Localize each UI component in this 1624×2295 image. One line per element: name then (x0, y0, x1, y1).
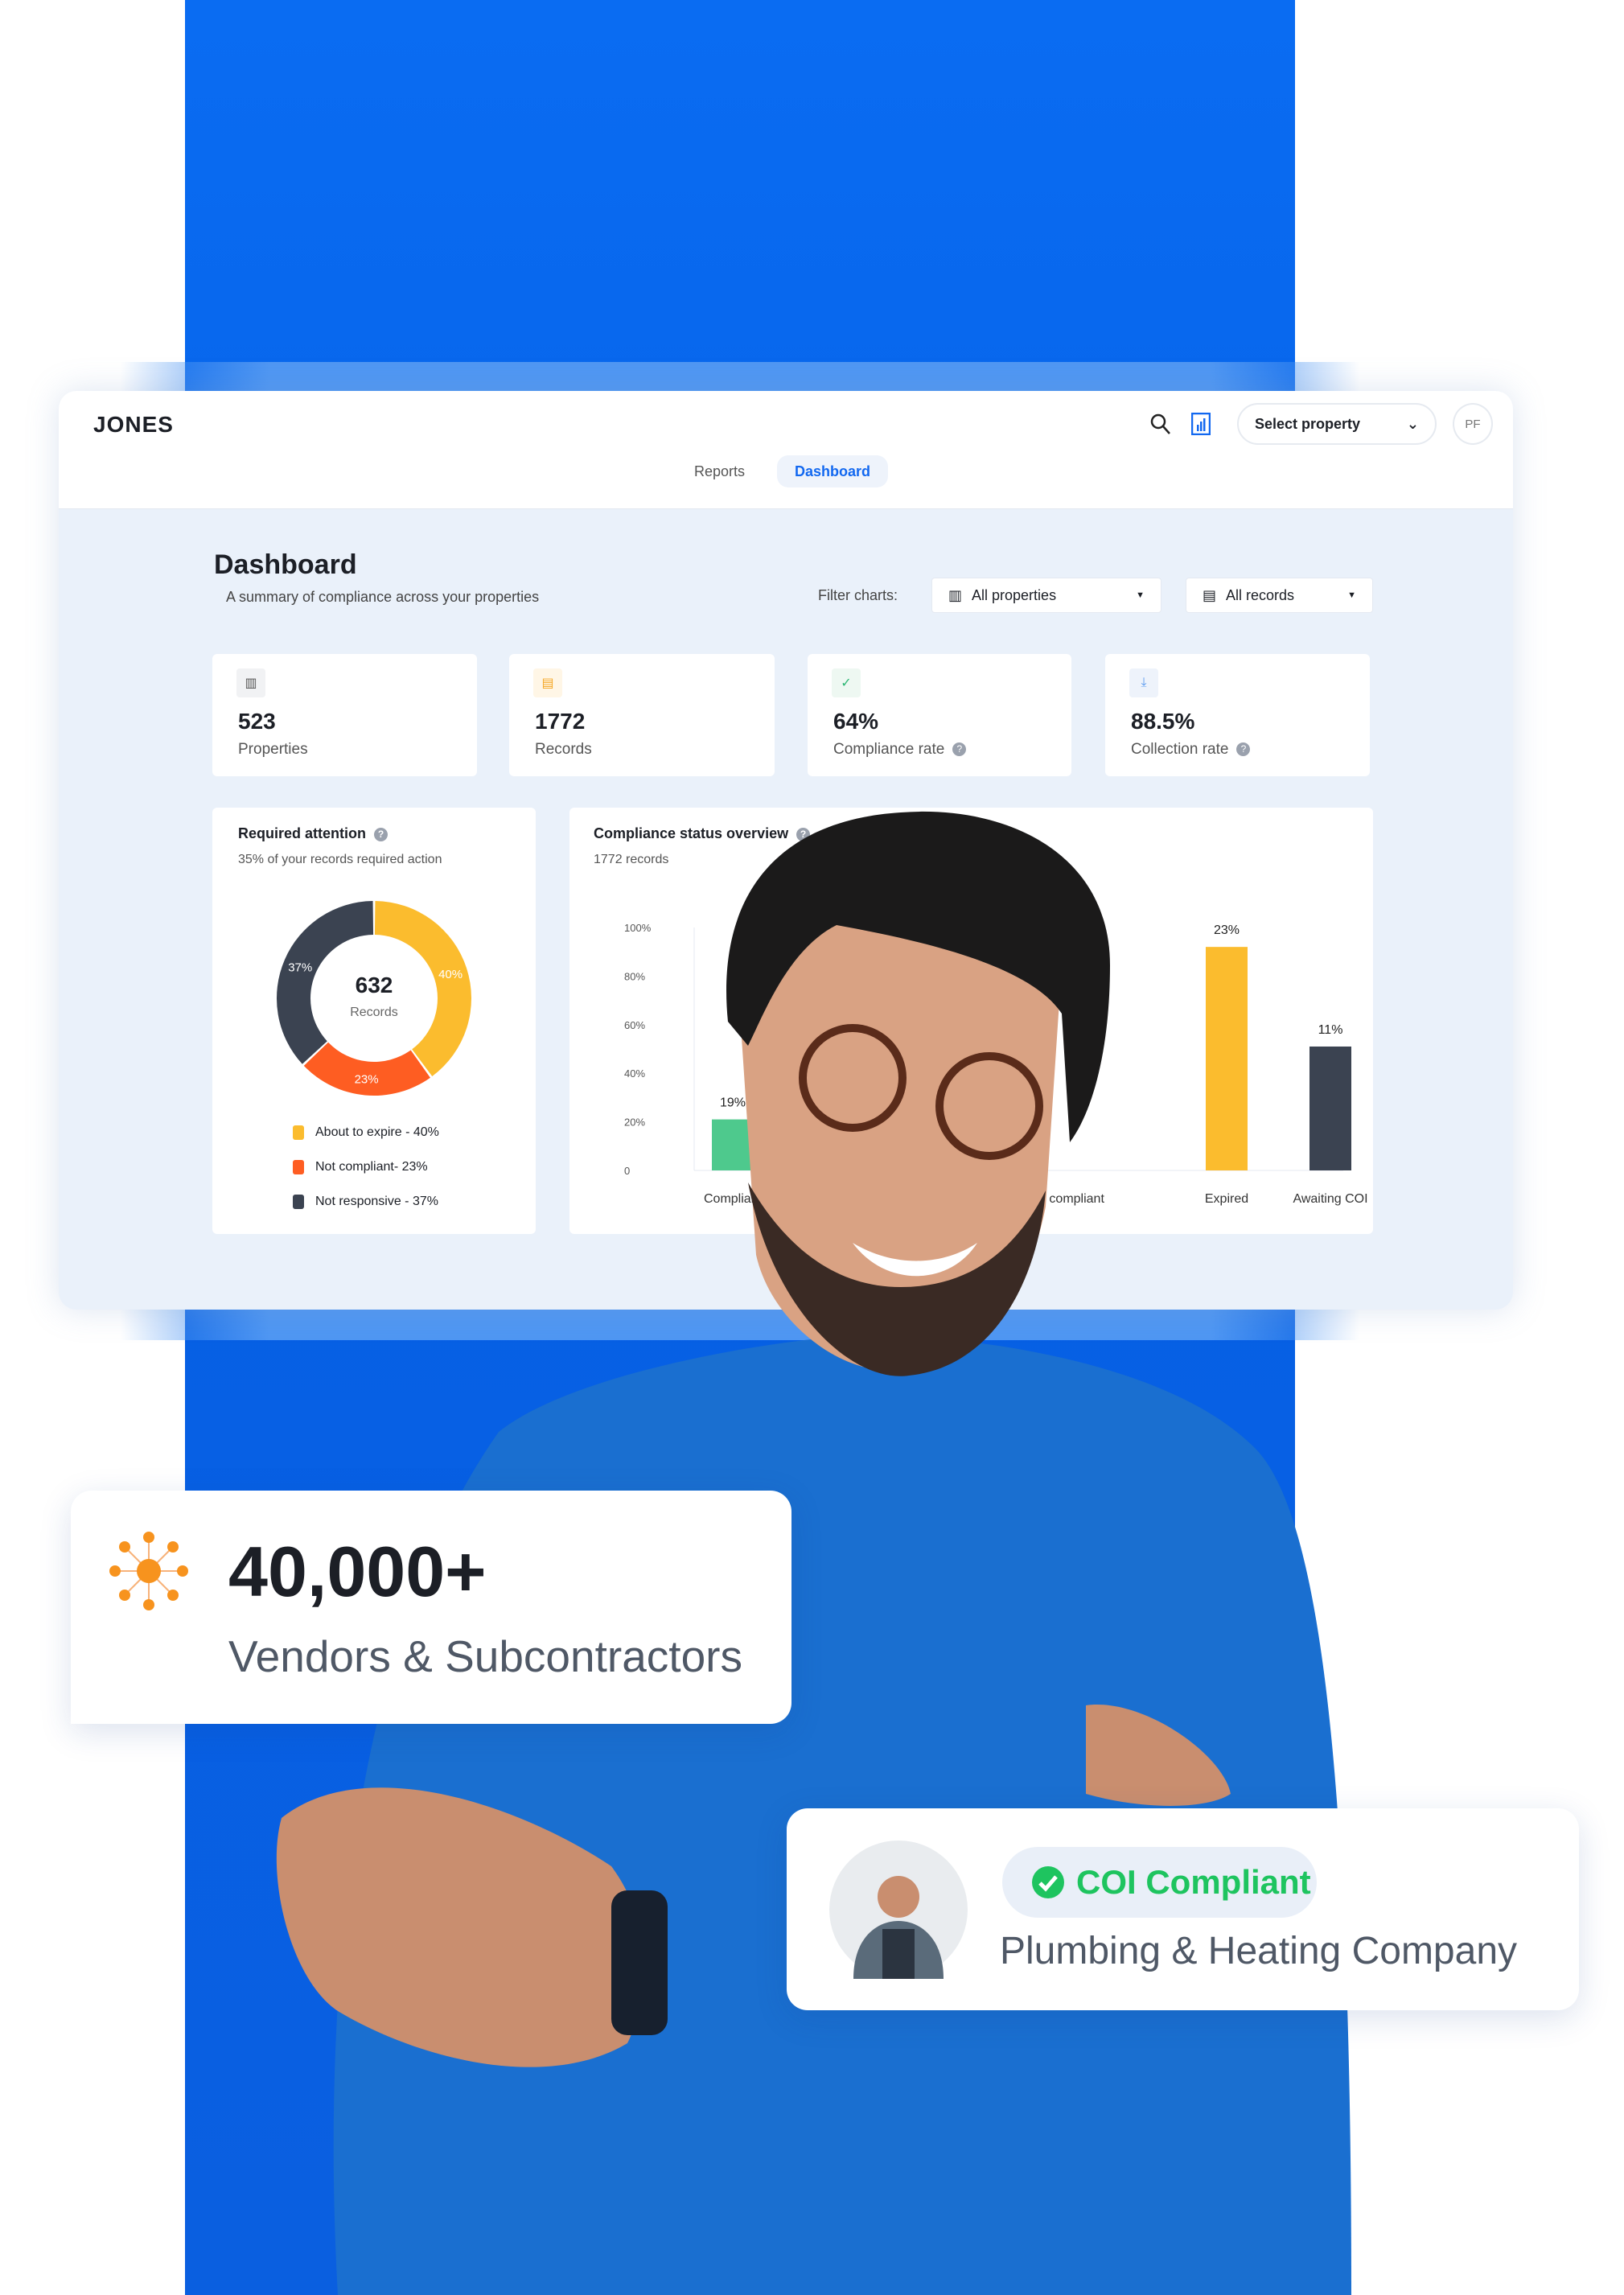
check-circle-icon (1032, 1866, 1064, 1898)
vendors-count-card: 40,000+ Vendors & Subcontractors (71, 1491, 791, 1724)
network-hub-icon (109, 1532, 188, 1610)
vendor-compliance-card: COI Compliant Plumbing & Heating Company (787, 1808, 1579, 2010)
coi-compliant-badge: COI Compliant (1002, 1847, 1317, 1918)
vendors-count: 40,000+ (228, 1532, 487, 1611)
vendors-label: Vendors & Subcontractors (228, 1631, 742, 1681)
vendor-avatar (829, 1841, 968, 1979)
badge-label: COI Compliant (1076, 1863, 1311, 1901)
company-name: Plumbing & Heating Company (1000, 1930, 1518, 1972)
